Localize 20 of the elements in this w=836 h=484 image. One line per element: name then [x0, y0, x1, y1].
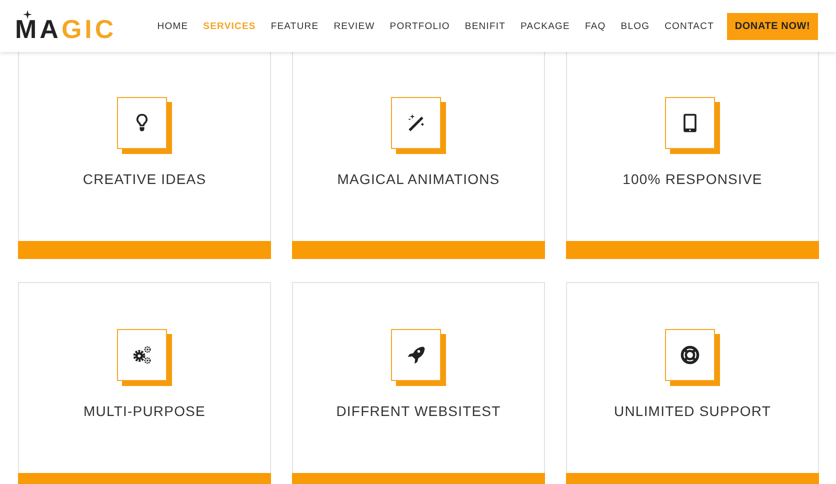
rocket-icon [405, 344, 427, 366]
nav-link[interactable]: BLOG [620, 20, 650, 32]
nav-link[interactable]: FEATURE [270, 20, 319, 32]
nav-link[interactable]: FAQ [584, 20, 606, 32]
donate-button[interactable]: DONATE NOW! [727, 12, 818, 40]
service-title: UNLIMITED SUPPORT [614, 403, 771, 419]
gears-icon [131, 344, 153, 366]
logo[interactable]: MAGIC [15, 8, 117, 44]
lifebuoy-icon [679, 344, 701, 366]
nav-link[interactable]: HOME [157, 20, 188, 32]
service-title: 100% RESPONSIVE [622, 171, 762, 187]
nav-link[interactable]: CONTACT [664, 20, 714, 32]
nav-link[interactable]: REVIEW [334, 20, 375, 32]
nav-link[interactable]: PACKAGE [520, 20, 570, 32]
nav-link[interactable]: BENIFIT [464, 20, 506, 32]
service-title: DIFFRENT WEBSITEST [336, 403, 501, 419]
nav-link[interactable]: PORTFOLIO [390, 20, 450, 32]
service-title: MULTI-PURPOSE [84, 403, 206, 419]
service-title: MAGICAL ANIMATIONS [337, 171, 500, 187]
service-title: CREATIVE IDEAS [82, 171, 206, 187]
